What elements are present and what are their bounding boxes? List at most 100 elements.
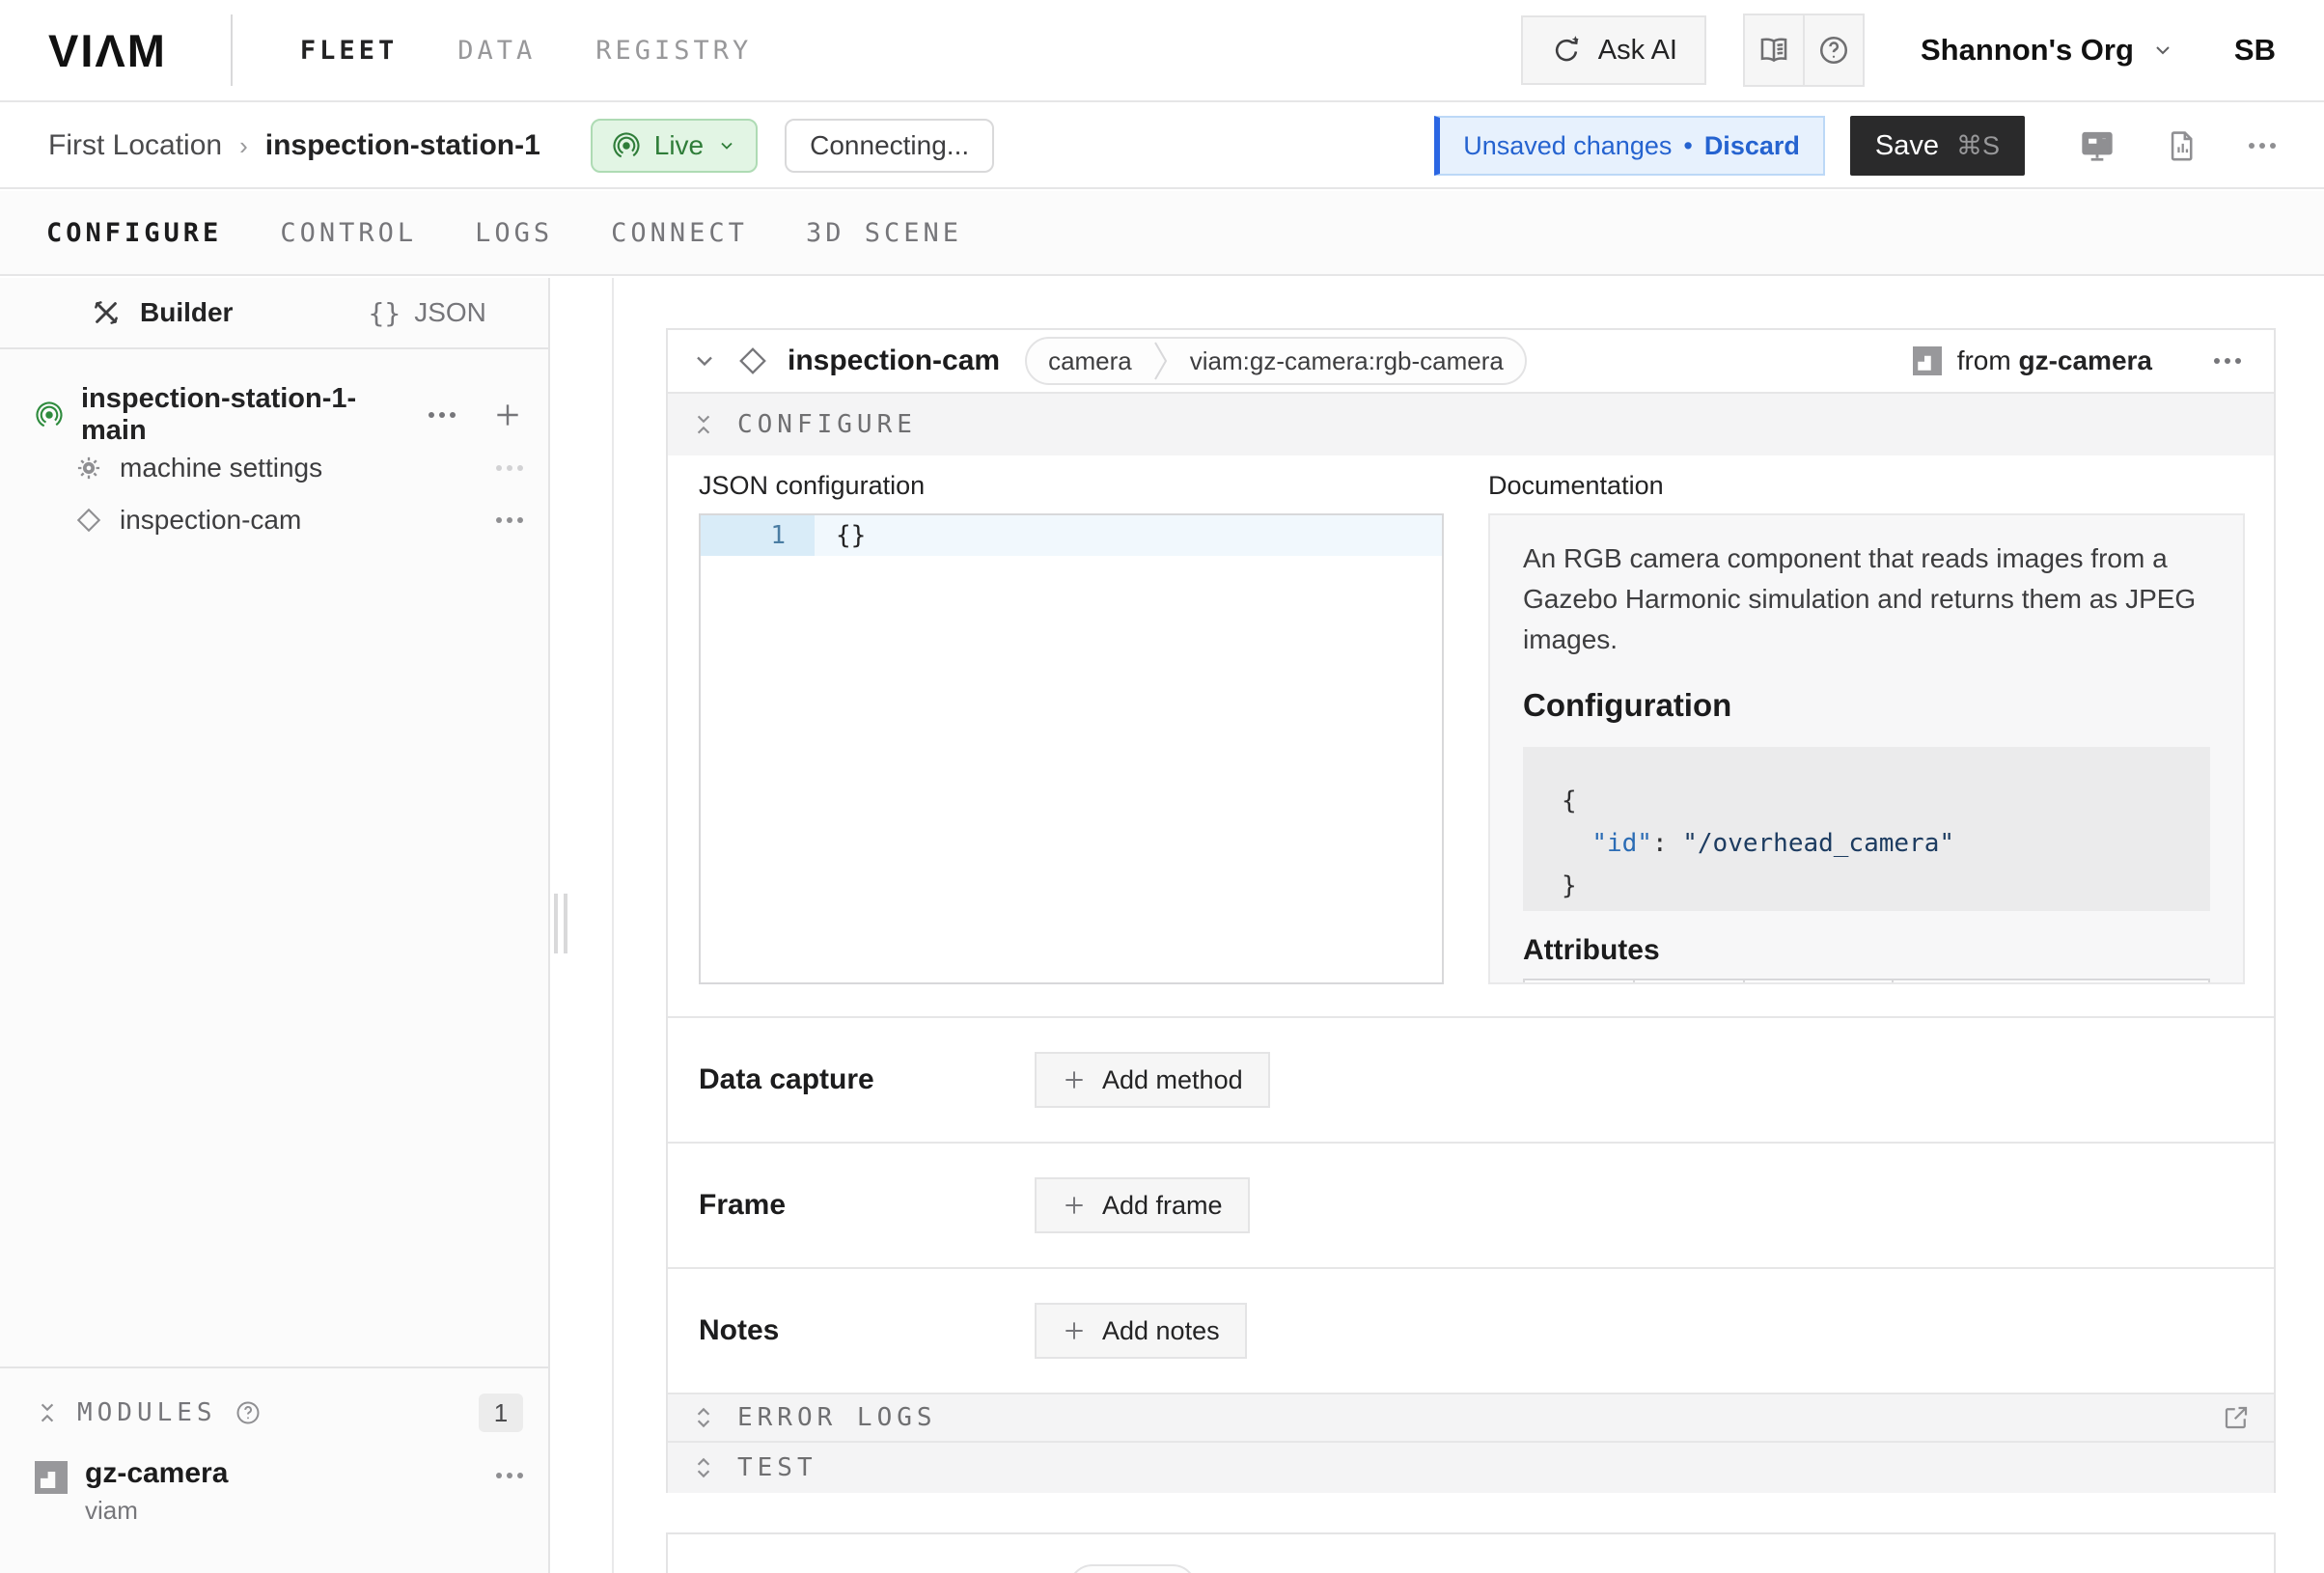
add-frame-label: Add frame	[1102, 1191, 1223, 1221]
discard-button[interactable]: Discard	[1704, 131, 1800, 161]
add-method-label: Add method	[1102, 1065, 1243, 1095]
viam-app-window: VIΛM FLEET DATA REGISTRY Ask AI	[0, 0, 2324, 1573]
documentation-label: Documentation	[1488, 471, 1664, 501]
help-button-group	[1743, 14, 1865, 87]
top-header: VIΛM FLEET DATA REGISTRY Ask AI	[0, 0, 2324, 102]
component-menu-icon[interactable]	[2214, 358, 2241, 364]
json-config-label: JSON configuration	[699, 471, 925, 501]
breadcrumb-location[interactable]: First Location	[48, 129, 222, 162]
config-sidebar: Builder {} JSON inspection	[0, 278, 550, 1573]
doc-description: An RGB camera component that reads image…	[1523, 538, 2199, 660]
tab-logs[interactable]: LOGS	[475, 218, 553, 248]
module-card-gz-camera: gz-camera by viam module Registry	[666, 1532, 2276, 1573]
config-main: inspection-cam camera viam:gz-camera:rgb…	[614, 278, 2324, 1573]
inspection-cam-menu-icon[interactable]	[496, 517, 523, 523]
save-button[interactable]: Save ⌘S	[1850, 116, 2025, 176]
docs-book-icon[interactable]	[1745, 15, 1803, 85]
more-actions-icon[interactable]	[2249, 143, 2276, 149]
modules-title: MODULES	[77, 1398, 217, 1427]
help-icon[interactable]	[1803, 15, 1863, 85]
tree-row-machine-settings[interactable]: machine settings	[0, 442, 548, 494]
module-icon	[35, 1461, 68, 1494]
documentation-panel[interactable]: An RGB camera component that reads image…	[1488, 513, 2245, 984]
ask-ai-button[interactable]: Ask AI	[1521, 15, 1706, 85]
tab-configure[interactable]: CONFIGURE	[46, 218, 222, 248]
test-title: TEST	[737, 1453, 817, 1482]
connection-status-label: Connecting...	[810, 130, 969, 161]
add-component-icon[interactable]	[492, 400, 523, 430]
machine-tabs: CONFIGURE CONTROL LOGS CONNECT 3D SCENE	[0, 191, 2324, 276]
chevron-down-icon	[2151, 39, 2174, 62]
test-bar[interactable]: TEST	[668, 1441, 2274, 1493]
machine-name: inspection-station-1	[265, 129, 540, 162]
user-avatar[interactable]: SB	[2234, 33, 2276, 68]
doc-configuration-heading: Configuration	[1523, 687, 2210, 724]
notes-label: Notes	[699, 1314, 1035, 1347]
org-switcher[interactable]: Shannon's Org	[1921, 33, 2174, 68]
sidebar-resize-handle[interactable]	[554, 894, 567, 953]
plus-icon	[1062, 1193, 1087, 1218]
doc-code-block: { "id": "/overhead_camera" }	[1523, 747, 2210, 911]
unsaved-separator: •	[1683, 131, 1692, 161]
code-value: "/overhead_camera"	[1682, 829, 1954, 858]
configure-section-title: CONFIGURE	[737, 410, 917, 439]
frame-row: Frame Add frame	[668, 1142, 2274, 1267]
component-diamond-icon	[75, 507, 102, 534]
braces-icon: {}	[368, 297, 401, 329]
logs-file-icon[interactable]	[2166, 129, 2199, 162]
machine-part-tree: inspection-station-1-main	[0, 349, 548, 546]
inspection-cam-label: inspection-cam	[120, 505, 301, 536]
part-menu-icon[interactable]	[429, 412, 456, 418]
add-frame-button[interactable]: Add frame	[1035, 1177, 1250, 1233]
tab-3d-scene[interactable]: 3D SCENE	[806, 218, 962, 248]
nav-registry[interactable]: REGISTRY	[595, 36, 752, 66]
configure-section-bar[interactable]: CONFIGURE	[668, 392, 2274, 455]
nav-fleet[interactable]: FLEET	[300, 36, 398, 66]
editor-line-number: 1	[701, 515, 815, 556]
data-capture-label: Data capture	[699, 1063, 1035, 1096]
module-list-item[interactable]: gz-camera viam	[0, 1432, 548, 1526]
builder-label: Builder	[140, 297, 233, 328]
save-label: Save	[1875, 130, 1939, 162]
unsaved-changes-label: Unsaved changes	[1463, 131, 1672, 161]
code-line-open: {	[1562, 780, 2210, 822]
pill-separator	[1153, 339, 1169, 383]
machine-settings-menu-icon[interactable]	[496, 465, 523, 471]
unsaved-changes-banner: Unsaved changes • Discard	[1434, 116, 1825, 176]
add-notes-button[interactable]: Add notes	[1035, 1303, 1247, 1359]
error-logs-bar[interactable]: ERROR LOGS	[668, 1393, 2274, 1441]
tab-connect[interactable]: CONNECT	[611, 218, 748, 248]
json-label: JSON	[414, 297, 486, 328]
data-capture-row: Data capture Add method	[668, 1016, 2274, 1142]
broadcast-icon	[612, 131, 641, 160]
live-label: Live	[654, 130, 704, 161]
module-menu-icon[interactable]	[496, 1473, 523, 1478]
add-notes-label: Add notes	[1102, 1316, 1220, 1346]
tree-row-inspection-cam[interactable]: inspection-cam	[0, 494, 548, 546]
monitor-icon[interactable]	[2079, 127, 2116, 164]
viam-logo[interactable]: VIΛM	[48, 24, 167, 77]
gear-icon	[75, 455, 102, 482]
connection-status[interactable]: Connecting...	[785, 119, 994, 173]
from-module-text[interactable]: from gz-camera	[1957, 345, 2152, 376]
add-method-button[interactable]: Add method	[1035, 1052, 1270, 1108]
open-external-icon[interactable]	[2222, 1403, 2251, 1432]
collapse-icon[interactable]	[35, 1400, 60, 1425]
code-colon: :	[1652, 829, 1682, 858]
builder-toggle[interactable]: Builder	[92, 297, 233, 328]
tab-control[interactable]: CONTROL	[280, 218, 417, 248]
json-config-editor[interactable]: 1 {}	[699, 513, 1444, 984]
modules-help-icon[interactable]	[235, 1399, 262, 1426]
chevron-down-icon	[717, 136, 736, 155]
expand-icon	[691, 1405, 716, 1430]
chevron-down-icon[interactable]	[691, 347, 718, 374]
json-toggle[interactable]: {} JSON	[368, 297, 485, 329]
code-line-close: }	[1562, 865, 2210, 907]
tree-row-main-part[interactable]: inspection-station-1-main	[0, 388, 548, 442]
live-status-dropdown[interactable]: Live	[591, 119, 758, 173]
nav-data[interactable]: DATA	[457, 36, 536, 66]
content-area: Builder {} JSON inspection	[0, 278, 2324, 1573]
modules-section: MODULES 1	[0, 1366, 548, 1573]
machine-part-icon	[35, 400, 64, 429]
module-author: viam	[85, 1496, 228, 1526]
